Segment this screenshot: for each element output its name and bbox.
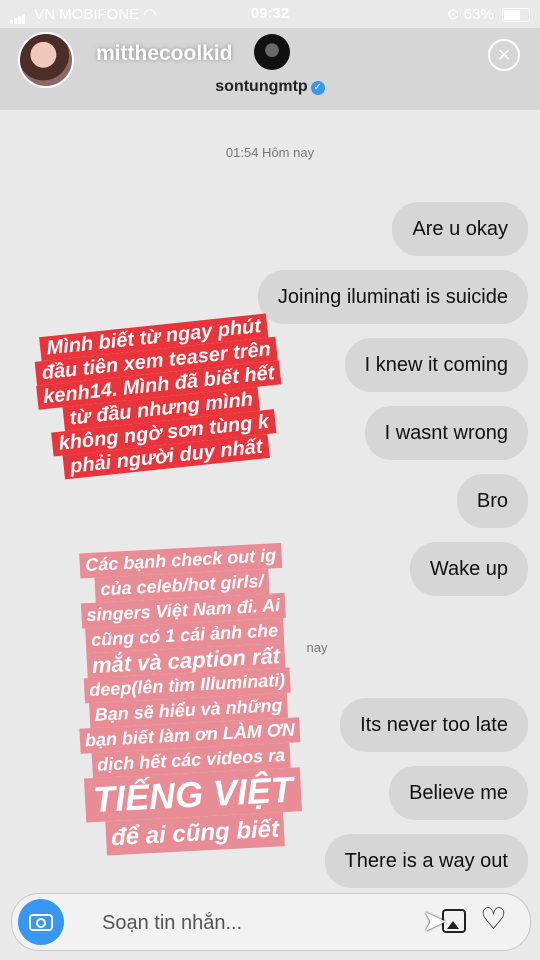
message-composer: ♡ ➤ (11, 893, 531, 951)
dm-avatar[interactable] (254, 34, 290, 70)
message-bubble[interactable]: Are u okay (392, 202, 528, 256)
message-input[interactable] (100, 908, 404, 938)
message-bubble[interactable]: Wake up (409, 542, 528, 596)
battery-icon (502, 8, 530, 23)
status-bar: VN MOBIFONE ◠ 09:32 ⊙ 63% (0, 0, 540, 28)
battery-info: ⊙ 63% (447, 5, 530, 23)
story-text-overlay-pink: Các bạnh check out ig của celeb/hot girl… (50, 541, 326, 857)
dm-username-line: sontungmtp ✓ (0, 78, 540, 96)
dm-username[interactable]: sontungmtp (215, 78, 307, 95)
rotation-lock-icon: ⊙ (447, 6, 460, 23)
verified-badge-icon: ✓ (310, 81, 325, 95)
camera-icon[interactable] (18, 899, 64, 945)
heart-icon[interactable]: ♡ (480, 905, 507, 935)
close-icon[interactable]: × (488, 39, 520, 71)
message-bubble[interactable]: Bro (456, 474, 528, 528)
message-bubble[interactable]: Its never too late (340, 698, 528, 752)
story-text-overlay-red: Mình biết từ ngay phút đầu tiên xem teas… (3, 310, 316, 485)
message-bubble[interactable]: Believe me (389, 766, 528, 820)
message-bubble[interactable]: I wasnt wrong (364, 406, 528, 460)
chat-timestamp: 01:54 Hôm nay (225, 145, 315, 160)
message-bubble[interactable]: I knew it coming (344, 338, 528, 392)
battery-percent: 63% (463, 6, 494, 23)
chat-header: mitthecoolkid 8h sontungmtp✓ × (0, 28, 540, 110)
send-icon[interactable]: ➤ (422, 904, 447, 939)
story-username[interactable]: mitthecoolkid (96, 42, 233, 65)
message-bubble[interactable]: There is a way out (324, 834, 528, 888)
